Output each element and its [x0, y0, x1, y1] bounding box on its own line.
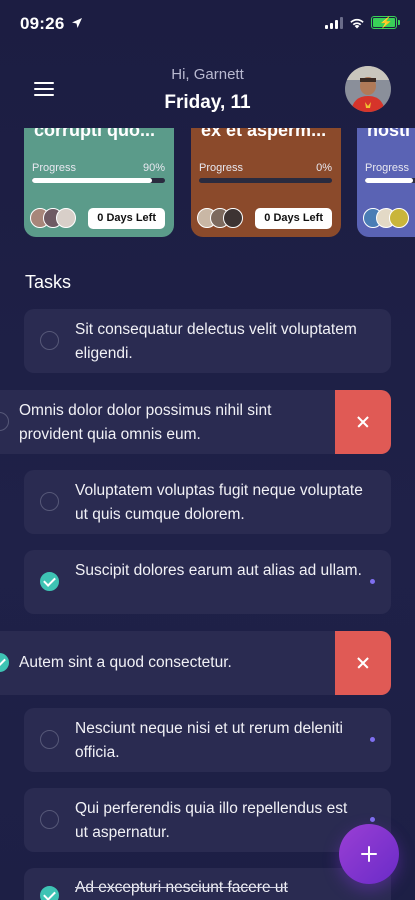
progress-percent: 90% [142, 162, 165, 174]
task-text: Autem sint a quod consectetur. [19, 654, 232, 671]
progress-label: Progress [365, 162, 410, 174]
days-left-badge[interactable]: 0 Days Left [88, 208, 165, 229]
header: Hi, Garnett Friday, 11 [0, 52, 415, 122]
tasks-heading: Tasks [25, 272, 72, 292]
task-item-swiped[interactable]: Autem sint a quod consectetur. [0, 631, 391, 695]
task-checkbox-checked[interactable] [40, 572, 59, 591]
task-item-swiped[interactable]: Omnis dolor dolor possimus nihil sint pr… [0, 390, 391, 454]
task-item[interactable]: Qui perferendis quia illo repellendus es… [24, 788, 391, 852]
wifi-icon [350, 18, 364, 28]
task-checkbox[interactable] [40, 331, 59, 350]
task-item[interactable]: Nesciunt neque nisi et ut rerum deleniti… [24, 708, 391, 772]
task-item[interactable]: Ad excepturi nesciunt facere ut [24, 868, 391, 900]
delete-task-button[interactable] [335, 631, 391, 695]
location-arrow-icon [72, 18, 82, 28]
priority-dot [370, 817, 375, 822]
member-avatar [389, 208, 409, 228]
progress-fill [32, 178, 152, 183]
project-title: corrupti quo... [34, 128, 155, 140]
status-indicators: ⚡ [325, 16, 400, 29]
member-avatar [56, 208, 76, 228]
project-card[interactable]: nosti Progress [357, 128, 415, 237]
progress-label: Progress [32, 162, 77, 174]
task-item[interactable]: Voluptatem voluptas fugit neque voluptat… [24, 470, 391, 534]
progress-bar [199, 178, 332, 183]
progress-bar [365, 178, 415, 183]
charging-bolt-icon: ⚡ [379, 17, 393, 29]
status-time: 09:26 [20, 14, 65, 33]
task-text: Qui perferendis quia illo repellendus es… [75, 800, 348, 841]
project-card[interactable]: corrupti quo... Progress 90% 0 Days Left [24, 128, 174, 237]
task-text: Sit consequatur delectus velit voluptate… [75, 321, 357, 362]
progress-fill [365, 178, 413, 183]
project-cards-carousel[interactable]: corrupti quo... Progress 90% 0 Days Left… [0, 128, 415, 238]
cellular-signal-icon [325, 16, 343, 29]
days-left-badge[interactable]: 0 Days Left [255, 208, 332, 229]
task-item[interactable]: Suscipit dolores earum aut alias ad ulla… [24, 550, 391, 614]
project-title: ex et asperm... [201, 128, 327, 140]
member-avatars [197, 208, 243, 228]
progress-percent: 0% [316, 162, 332, 174]
task-text: Ad excepturi nesciunt facere ut [75, 876, 363, 900]
priority-dot [370, 579, 375, 584]
delete-task-button[interactable] [335, 390, 391, 454]
task-text: Nesciunt neque nisi et ut rerum deleniti… [75, 720, 343, 761]
task-item[interactable]: Sit consequatur delectus velit voluptate… [24, 309, 391, 373]
task-checkbox[interactable] [40, 810, 59, 829]
task-checkbox[interactable] [0, 412, 9, 431]
task-text: Voluptatem voluptas fugit neque voluptat… [75, 482, 363, 523]
task-checkbox[interactable] [40, 492, 59, 511]
task-checkbox-checked[interactable] [40, 886, 59, 900]
battery-icon: ⚡ [371, 16, 400, 29]
task-text-completed: Ad excepturi nesciunt facere ut [75, 879, 288, 896]
priority-dot [370, 737, 375, 742]
progress-bar [32, 178, 165, 183]
member-avatars [30, 208, 76, 228]
task-text: Suscipit dolores earum aut alias ad ulla… [75, 562, 362, 579]
progress-label: Progress [199, 162, 244, 174]
task-checkbox-checked[interactable] [0, 653, 9, 672]
member-avatars [363, 208, 409, 228]
member-avatar [223, 208, 243, 228]
task-checkbox[interactable] [40, 730, 59, 749]
project-card[interactable]: ex et asperm... Progress 0% 0 Days Left [191, 128, 341, 237]
app-screen: 09:26 ⚡ Hi, Garnett Friday, 11 corrupti … [0, 0, 415, 900]
project-title: nosti [367, 128, 410, 140]
status-bar: 09:26 ⚡ [0, 0, 415, 48]
user-avatar[interactable] [345, 66, 391, 112]
task-text: Omnis dolor dolor possimus nihil sint pr… [19, 402, 272, 443]
add-task-button[interactable] [339, 824, 399, 884]
